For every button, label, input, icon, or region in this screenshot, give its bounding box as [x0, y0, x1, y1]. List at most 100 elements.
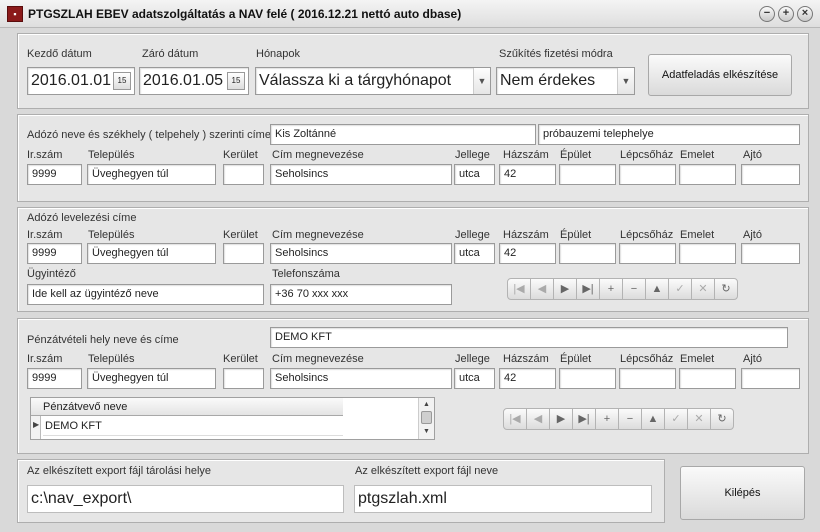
- calendar-icon[interactable]: 15: [227, 72, 245, 90]
- export-path-field[interactable]: c:\nav_export\: [27, 485, 344, 513]
- zip-field[interactable]: 9999: [27, 368, 82, 389]
- street-field[interactable]: Seholsincs: [270, 243, 452, 264]
- exchange-name-field[interactable]: DEMO KFT: [270, 327, 788, 348]
- payment-mode-select[interactable]: Nem érdekes ▼: [496, 67, 635, 95]
- type-field[interactable]: utca: [454, 164, 495, 185]
- calendar-icon[interactable]: 15: [113, 72, 131, 90]
- city-field[interactable]: Üveghegyen túl: [87, 243, 216, 264]
- taxpayer-label: Adózó neve és székhely ( telpehely ) sze…: [27, 129, 271, 141]
- end-date-value: 2016.01.05: [143, 72, 224, 89]
- door-field[interactable]: [741, 164, 800, 185]
- floor-label: Emelet: [680, 229, 715, 241]
- next-icon[interactable]: ▶: [549, 408, 573, 430]
- start-date-field[interactable]: 2016.01.01 15: [27, 67, 135, 95]
- chevron-down-icon[interactable]: ▼: [473, 68, 490, 94]
- city-label: Település: [88, 229, 135, 241]
- delete-icon[interactable]: −: [622, 278, 646, 300]
- street-field[interactable]: Seholsincs: [270, 164, 452, 185]
- city-field[interactable]: Üveghegyen túl: [87, 368, 216, 389]
- floor-field[interactable]: [679, 243, 736, 264]
- street-field[interactable]: Seholsincs: [270, 368, 452, 389]
- type-field[interactable]: utca: [454, 368, 495, 389]
- door-label: Ajtó: [743, 149, 762, 161]
- delete-icon[interactable]: −: [618, 408, 642, 430]
- number-field[interactable]: 42: [499, 164, 556, 185]
- door-label: Ajtó: [743, 353, 762, 365]
- admin-label: Ügyintéző: [27, 268, 76, 280]
- end-date-field[interactable]: 2016.01.05 15: [139, 67, 249, 95]
- close-button[interactable]: ×: [797, 6, 813, 22]
- edit-icon[interactable]: ▲: [641, 408, 665, 430]
- grid-scrollbar[interactable]: ▲ ▼: [418, 398, 434, 439]
- cancel-icon[interactable]: ✕: [687, 408, 711, 430]
- staircase-field[interactable]: [619, 243, 676, 264]
- months-value: Válassza ki a tárgyhónapot: [259, 72, 452, 89]
- refresh-icon[interactable]: ↻: [710, 408, 734, 430]
- window-title: PTGSZLAH EBEV adatszolgáltatás a NAV fel…: [28, 7, 462, 21]
- city-field[interactable]: Üveghegyen túl: [87, 164, 216, 185]
- staircase-field[interactable]: [619, 368, 676, 389]
- taxpayer-site-field[interactable]: próbauzemi telephelye: [538, 124, 800, 145]
- number-label: Házszám: [503, 229, 549, 241]
- district-field[interactable]: [223, 164, 264, 185]
- post-icon[interactable]: ✓: [664, 408, 688, 430]
- door-field[interactable]: [741, 368, 800, 389]
- building-label: Épület: [560, 149, 592, 161]
- title-bar: ▪ PTGSZLAH EBEV adatszolgáltatás a NAV f…: [0, 0, 820, 28]
- insert-icon[interactable]: +: [599, 278, 623, 300]
- column-header-collector[interactable]: Pénzátvevő neve: [43, 401, 127, 413]
- exit-button[interactable]: Kilépés: [680, 466, 805, 520]
- district-label: Kerület: [223, 149, 258, 161]
- taxpayer-name-field[interactable]: Kis Zoltánné: [270, 124, 536, 145]
- number-field[interactable]: 42: [499, 243, 556, 264]
- floor-field[interactable]: [679, 368, 736, 389]
- building-label: Épület: [560, 353, 592, 365]
- export-file-field[interactable]: ptgszlah.xml: [354, 485, 652, 513]
- prior-icon[interactable]: ◀: [530, 278, 554, 300]
- scroll-down-icon[interactable]: ▼: [420, 427, 433, 437]
- building-field[interactable]: [559, 368, 616, 389]
- edit-icon[interactable]: ▲: [645, 278, 669, 300]
- insert-icon[interactable]: +: [595, 408, 619, 430]
- building-field[interactable]: [559, 243, 616, 264]
- start-date-value: 2016.01.01: [31, 72, 112, 89]
- table-row[interactable]: DEMO KFT: [43, 418, 343, 436]
- post-icon[interactable]: ✓: [668, 278, 692, 300]
- current-row-icon: ▶: [33, 420, 40, 429]
- phone-field[interactable]: +36 70 xxx xxx: [270, 284, 452, 305]
- city-label: Település: [88, 353, 135, 365]
- last-icon[interactable]: ▶|: [572, 408, 596, 430]
- collector-grid[interactable]: Pénzátvevő neve ▶ DEMO KFT ▲ ▼: [30, 397, 435, 440]
- type-field[interactable]: utca: [454, 243, 495, 264]
- district-field[interactable]: [223, 243, 264, 264]
- floor-field[interactable]: [679, 164, 736, 185]
- staircase-field[interactable]: [619, 164, 676, 185]
- last-icon[interactable]: ▶|: [576, 278, 600, 300]
- cancel-icon[interactable]: ✕: [691, 278, 715, 300]
- start-date-label: Kezdő dátum: [27, 48, 92, 60]
- district-label: Kerület: [223, 353, 258, 365]
- first-icon[interactable]: |◀: [507, 278, 531, 300]
- admin-field[interactable]: Ide kell az ügyintéző neve: [27, 284, 264, 305]
- chevron-down-icon[interactable]: ▼: [617, 68, 634, 94]
- scroll-thumb[interactable]: [421, 411, 432, 424]
- maximize-button[interactable]: +: [778, 6, 794, 22]
- minimize-button[interactable]: −: [759, 6, 775, 22]
- refresh-icon[interactable]: ↻: [714, 278, 738, 300]
- zip-label: Ir.szám: [27, 149, 63, 161]
- months-select[interactable]: Válassza ki a tárgyhónapot ▼: [255, 67, 491, 95]
- generate-button[interactable]: Adatfeladás elkészítése: [648, 54, 792, 96]
- number-field[interactable]: 42: [499, 368, 556, 389]
- prior-icon[interactable]: ◀: [526, 408, 550, 430]
- exchange-label: Pénzátvételi hely neve és címe: [27, 334, 179, 346]
- district-field[interactable]: [223, 368, 264, 389]
- end-date-label: Záró dátum: [142, 48, 199, 60]
- first-icon[interactable]: |◀: [503, 408, 527, 430]
- street-label: Cím megnevezése: [272, 353, 364, 365]
- door-field[interactable]: [741, 243, 800, 264]
- next-icon[interactable]: ▶: [553, 278, 577, 300]
- zip-field[interactable]: 9999: [27, 164, 82, 185]
- scroll-up-icon[interactable]: ▲: [420, 400, 433, 410]
- building-field[interactable]: [559, 164, 616, 185]
- zip-field[interactable]: 9999: [27, 243, 82, 264]
